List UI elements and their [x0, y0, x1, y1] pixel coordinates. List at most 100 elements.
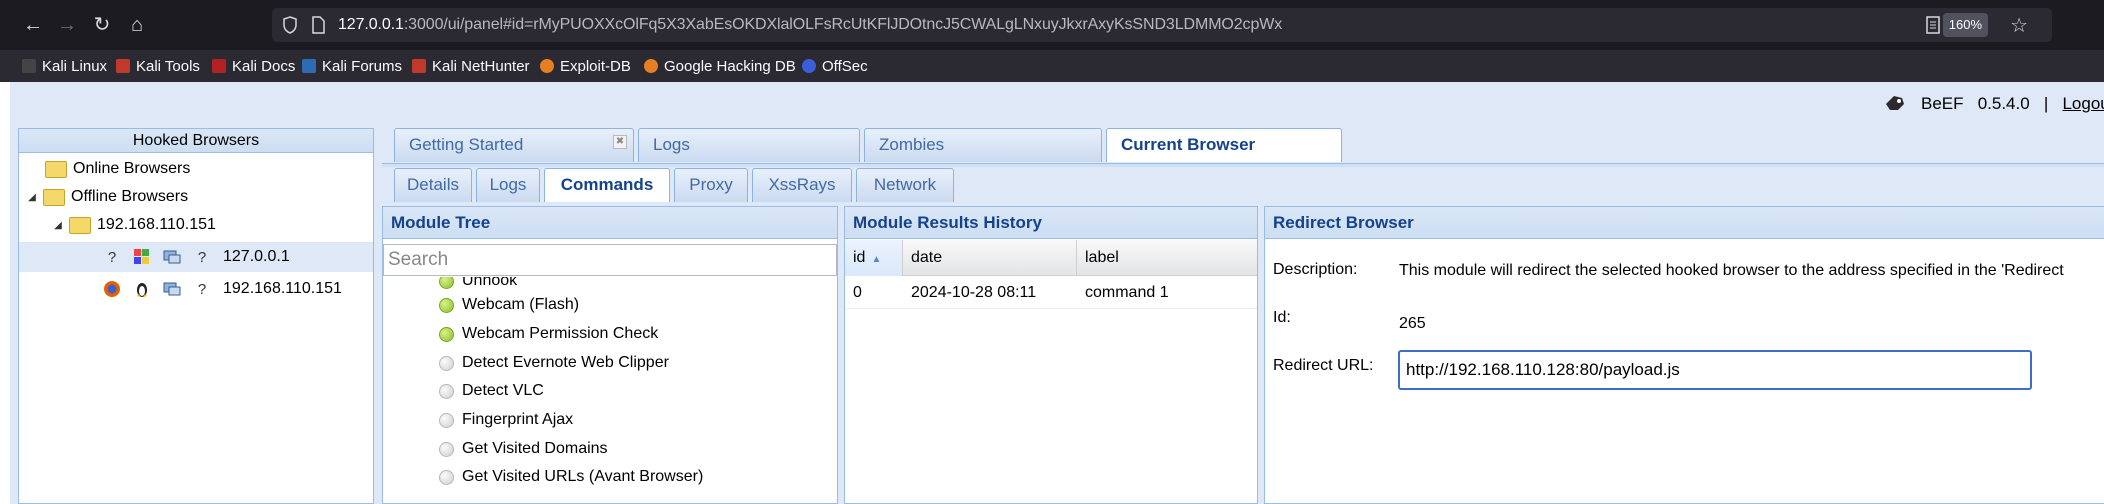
- home-icon[interactable]: ⌂: [122, 10, 152, 40]
- tab-strip-divider: [382, 163, 2104, 167]
- offline-browsers-node[interactable]: ◢ Offline Browsers: [19, 182, 373, 212]
- redirect-browser-panel: Redirect Browser Description: This modul…: [1264, 206, 2104, 504]
- url-text[interactable]: 127.0.0.1:3000/ui/panel#id=rMyPUOXXcOlFq…: [338, 16, 1282, 34]
- status-grey-icon: [439, 355, 454, 371]
- firefox-icon: [103, 280, 121, 298]
- column-label: id: [853, 249, 866, 266]
- expand-triangle-icon[interactable]: ◢: [53, 220, 63, 231]
- hardware-icon: [163, 280, 181, 298]
- module-item[interactable]: Webcam (Flash): [439, 291, 579, 319]
- bookmark-label: Exploit-DB: [560, 57, 631, 75]
- tab-zombies[interactable]: Zombies: [864, 128, 1102, 162]
- session-node-127[interactable]: ? ? 127.0.0.1: [19, 242, 373, 272]
- bookmark-kali-nethunter[interactable]: Kali NetHunter: [412, 50, 530, 82]
- browser-toolbar: ← → ↻ ⌂ 127.0.0.1:3000/ui/panel#id=rMyPU…: [0, 0, 2104, 50]
- tab-xssrays[interactable]: XssRays: [752, 168, 852, 202]
- bookmark-kali-forums[interactable]: Kali Forums: [302, 50, 402, 82]
- bookmarks-toolbar: Kali Linux Kali Tools Kali Docs Kali For…: [0, 50, 2104, 82]
- module-item[interactable]: Fingerprint Ajax: [439, 406, 573, 434]
- address-bar[interactable]: 127.0.0.1:3000/ui/panel#id=rMyPUOXXcOlFq…: [272, 8, 2052, 42]
- status-grey-icon: [439, 383, 454, 399]
- close-tab-icon[interactable]: ✖: [613, 135, 627, 149]
- nethunter-icon: [412, 59, 426, 73]
- hooked-browsers-panel: Hooked Browsers Online Browsers ◢ Offlin…: [18, 128, 374, 504]
- tab-proxy[interactable]: Proxy: [674, 168, 748, 202]
- tab-commands[interactable]: Commands: [544, 168, 670, 202]
- module-item[interactable]: Get Visited Domains: [439, 435, 608, 463]
- column-header-label[interactable]: label: [1077, 240, 1257, 276]
- tree-label: Offline Browsers: [71, 188, 189, 205]
- cell-date: 2024-10-28 08:11: [911, 284, 1037, 301]
- column-header-id[interactable]: id ▲: [845, 240, 903, 276]
- redirect-url-input[interactable]: http://192.168.110.128:80/payload.js: [1398, 350, 2032, 390]
- expand-triangle-icon[interactable]: ◢: [27, 192, 37, 203]
- url-host: 127.0.0.1: [338, 16, 404, 33]
- cell-id: 0: [853, 284, 862, 301]
- bookmark-kali-tools[interactable]: Kali Tools: [116, 50, 200, 82]
- beef-version: 0.5.4.0: [1977, 94, 2030, 113]
- back-arrow-icon[interactable]: ←: [18, 10, 48, 40]
- kali-forums-icon: [302, 59, 316, 73]
- module-label: Webcam Permission Check: [462, 325, 659, 342]
- bookmark-kali-linux[interactable]: Kali Linux: [22, 50, 107, 82]
- description-label: Description:: [1273, 261, 1358, 278]
- module-item[interactable]: Webcam Permission Check: [439, 320, 658, 348]
- bookmark-label: Kali Linux: [42, 57, 108, 75]
- bookmark-exploit-db[interactable]: Exploit-DB: [540, 50, 631, 82]
- tab-logs[interactable]: Logs: [638, 128, 860, 162]
- status-green-icon: [439, 277, 454, 289]
- exploit-db-icon: [540, 59, 554, 73]
- windows-icon: [133, 248, 151, 266]
- bookmark-google-hacking-db[interactable]: Google Hacking DB: [644, 50, 796, 82]
- page-info-icon[interactable]: [310, 16, 326, 34]
- offsec-icon: [802, 59, 816, 73]
- tree-label: Online Browsers: [73, 160, 191, 177]
- tab-network[interactable]: Network: [856, 168, 954, 202]
- table-row[interactable]: 0 2024-10-28 08:11 command 1: [845, 277, 1257, 309]
- host-node[interactable]: ◢ 192.168.110.151: [19, 210, 373, 240]
- tab-sub-logs[interactable]: Logs: [476, 168, 540, 202]
- unknown-device-icon: ?: [197, 248, 207, 266]
- session-node-192[interactable]: ? 192.168.110.151: [19, 274, 373, 304]
- beef-version-info: BeEF 0.5.4.0 | Logout: [1921, 94, 2104, 114]
- beef-header: BeEF 0.5.4.0 | Logout: [10, 82, 2104, 124]
- tab-getting-started[interactable]: Getting Started ✖: [394, 128, 634, 162]
- module-item[interactable]: Detect VLC: [439, 377, 544, 405]
- logout-link[interactable]: Logout: [2062, 94, 2104, 113]
- bookmark-offsec[interactable]: OffSec: [802, 50, 868, 82]
- module-search-input[interactable]: Search: [383, 244, 837, 276]
- module-label: Detect Evernote Web Clipper: [462, 354, 669, 371]
- shield-icon[interactable]: [282, 16, 298, 34]
- reader-view-icon[interactable]: [1924, 16, 1942, 34]
- status-grey-icon: [439, 412, 454, 428]
- folder-open-icon: [69, 216, 91, 234]
- linux-icon: [133, 280, 151, 298]
- id-label: Id:: [1273, 309, 1291, 326]
- kali-tools-icon: [116, 59, 130, 73]
- hardware-icon: [163, 248, 181, 266]
- module-label: Get Visited URLs (Avant Browser): [462, 468, 704, 485]
- redirect-url-label: Redirect URL:: [1273, 357, 1374, 374]
- forward-arrow-icon[interactable]: →: [52, 10, 82, 40]
- separator: |: [2043, 94, 2049, 113]
- beef-app: BeEF 0.5.4.0 | Logout Hooked Browsers On…: [10, 82, 2104, 504]
- module-label: Webcam (Flash): [462, 296, 580, 313]
- bookmark-label: Kali NetHunter: [432, 57, 530, 75]
- module-results-title: Module Results History: [845, 207, 1257, 239]
- column-header-date[interactable]: date: [903, 240, 1077, 276]
- module-item[interactable]: Get Visited URLs (Avant Browser): [439, 463, 703, 491]
- online-browsers-node[interactable]: Online Browsers: [19, 154, 373, 184]
- tab-details[interactable]: Details: [394, 168, 472, 202]
- zoom-level-badge[interactable]: 160%: [1942, 13, 1988, 37]
- bookmark-star-icon[interactable]: ☆: [2010, 13, 2028, 38]
- cell-label: command 1: [1085, 284, 1169, 301]
- bookmark-kali-docs[interactable]: Kali Docs: [212, 50, 295, 82]
- main-tab-strip: Getting Started ✖ Logs Zombies Current B…: [382, 128, 2104, 164]
- reload-icon[interactable]: ↻: [87, 10, 117, 40]
- module-item[interactable]: Detect Evernote Web Clipper: [439, 349, 669, 377]
- tab-label: Getting Started: [409, 135, 524, 154]
- module-label: Unhook: [462, 277, 518, 289]
- tree-label: 192.168.110.151: [97, 216, 216, 233]
- tab-current-browser[interactable]: Current Browser: [1106, 128, 1342, 162]
- hooked-browsers-title: Hooked Browsers: [19, 129, 373, 153]
